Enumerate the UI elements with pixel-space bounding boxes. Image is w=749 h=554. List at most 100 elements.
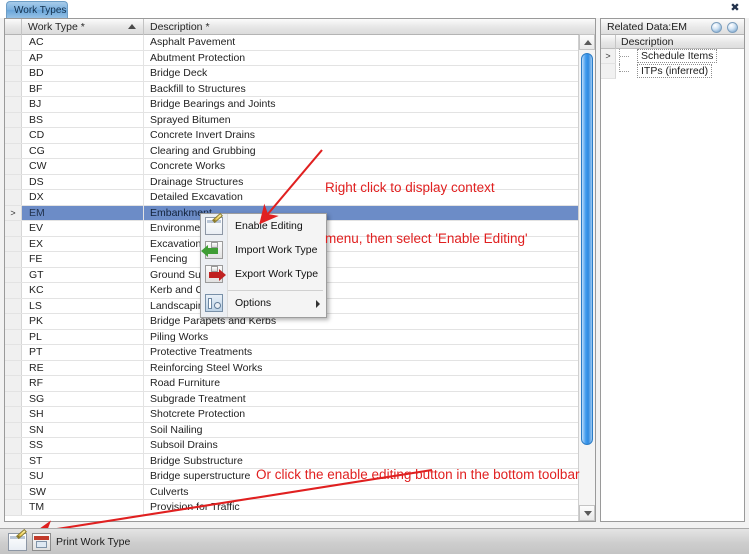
context-menu-item-options[interactable]: Options [201,291,326,315]
row-indicator [5,143,22,159]
table-row[interactable]: SW Culverts [5,484,578,501]
table-row[interactable]: BJ Bridge Bearings and Joints [5,97,578,113]
chevron-right-icon [316,300,320,308]
cell-work-type: BF [22,81,144,97]
table-row[interactable]: AP Abutment Protection [5,50,578,67]
cell-description: Soil Nailing [150,423,203,436]
table-row[interactable]: BF Backfill to Structures [5,81,578,98]
row-indicator [5,81,22,97]
related-data-column-header[interactable]: Description [616,35,744,49]
cell-work-type: SS [22,438,144,453]
grid-vertical-scrollbar[interactable] [578,34,595,521]
enable-editing-button[interactable] [8,533,27,551]
annotation-callout-1: Right click to display context menu, the… [325,145,528,281]
row-indicator: > [5,205,22,221]
row-indicator [5,252,22,267]
context-menu-item-enable-editing[interactable]: Enable Editing [201,214,326,238]
table-row[interactable]: PT Protective Treatments [5,345,578,361]
cell-work-type: RE [22,360,144,376]
row-indicator [5,422,22,438]
context-menu-item-options-label: Options [235,297,272,309]
list-item[interactable]: ITPs (inferred) [601,64,744,79]
panel-restore-icon[interactable] [711,22,722,33]
cell-work-type: CD [22,128,144,143]
cell-description: Bridge Bearings and Joints [150,98,276,111]
row-indicator [5,345,22,360]
row-indicator [5,50,22,66]
row-indicator [5,97,22,112]
annotation-callout-1-line-1: Right click to display context [325,180,495,195]
row-indicator [5,438,22,453]
table-row[interactable]: RF Road Furniture [5,376,578,392]
sort-ascending-icon [128,24,136,29]
row-indicator [5,453,22,469]
column-header-description-label: Description * [150,21,210,33]
print-work-type-button[interactable] [32,533,51,551]
scroll-up-icon[interactable] [579,34,595,50]
table-row[interactable]: BD Bridge Deck [5,66,578,82]
grid-header-indicator [5,19,22,35]
table-row[interactable]: SH Shotcrete Protection [5,407,578,423]
context-menu-item-export-work-type-label: Export Work Type [235,268,319,280]
related-data-header-row: Description [601,35,744,49]
cell-work-type: BJ [22,97,144,112]
context-menu-item-export-work-type[interactable]: Export Work Type [201,262,326,286]
table-row[interactable]: RE Reinforcing Steel Works [5,360,578,377]
related-data-panel: Related Data:EM Description > Schedule It… [600,18,745,522]
cell-description: Subgrade Treatment [150,392,246,405]
cell-description: Abutment Protection [150,51,246,64]
list-item-text: Schedule Items [616,49,744,64]
cell-description: Asphalt Pavement [150,36,236,48]
row-indicator [5,190,22,205]
column-header-work-type[interactable]: Work Type * [22,19,144,35]
scroll-down-icon[interactable] [579,505,595,521]
table-row[interactable]: SN Soil Nailing [5,422,578,439]
cell-work-type: BD [22,66,144,81]
annotation-callout-2: Or click the enable editing button in th… [256,467,580,482]
tab-work-types[interactable]: Work Types [6,1,68,18]
grid-header-row: Work Type * Description * [5,19,595,35]
import-arrow-icon [201,241,223,259]
cell-description: Subsoil Drains [150,439,218,452]
cell-work-type: FE [22,252,144,267]
related-data-header-indicator [601,35,616,49]
cell-work-type: ST [22,453,144,469]
cell-work-type: EM [22,205,144,221]
row-indicator: > [601,49,616,64]
scrollbar-thumb[interactable] [581,53,593,445]
table-row[interactable]: SG Subgrade Treatment [5,391,578,408]
row-indicator [5,174,22,190]
cell-work-type: PT [22,345,144,360]
row-indicator [5,500,22,515]
cell-work-type: KC [22,283,144,298]
related-data-rows[interactable]: > Schedule Items ITPs (inferred) [601,49,744,521]
edit-icon [205,217,223,235]
row-indicator [5,35,22,50]
list-item[interactable]: > Schedule Items [601,49,744,64]
table-row[interactable]: PL Piling Works [5,329,578,346]
row-indicator [5,267,22,283]
cell-description: Reinforcing Steel Works [150,361,263,374]
table-row[interactable]: AC Asphalt Pavement [5,35,578,51]
cell-work-type: PL [22,329,144,345]
cell-description: Protective Treatments [150,346,253,359]
close-icon[interactable]: ✖ [729,2,741,14]
cell-work-type: AC [22,35,144,50]
context-menu[interactable]: Enable Editing Import Work Type Export W… [200,213,327,318]
table-row[interactable]: BS Sprayed Bitumen [5,112,578,129]
panel-close-icon[interactable] [727,22,738,33]
table-row[interactable]: CD Concrete Invert Drains [5,128,578,144]
row-indicator [5,376,22,391]
context-menu-item-import-work-type[interactable]: Import Work Type [201,238,326,262]
table-row[interactable]: SS Subsoil Drains [5,438,578,454]
row-indicator [5,236,22,252]
row-indicator [5,283,22,298]
cell-work-type: CW [22,159,144,174]
row-indicator [5,391,22,407]
table-row[interactable]: TM Provision for Traffic [5,500,578,516]
annotation-callout-1-line-2: menu, then select 'Enable Editing' [325,231,528,246]
cell-work-type: SH [22,407,144,422]
column-header-description[interactable]: Description * [144,19,579,35]
bottom-toolbar: Print Work Type [0,528,749,554]
row-indicator [601,64,616,79]
